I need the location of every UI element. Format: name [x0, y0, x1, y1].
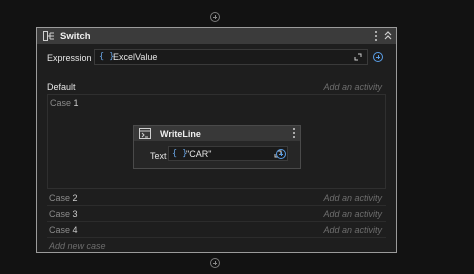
- writeline-icon: [139, 128, 151, 139]
- default-add-activity[interactable]: Add an activity: [323, 82, 382, 92]
- add-activity-above-icon[interactable]: [210, 12, 220, 22]
- add-new-case-link[interactable]: Add new case: [49, 241, 106, 251]
- case-label: Case 1: [50, 98, 79, 108]
- case-label: Case 3: [49, 209, 78, 219]
- more-options-icon[interactable]: [375, 31, 378, 41]
- plus-circle-icon[interactable]: [373, 52, 383, 62]
- case-row[interactable]: Case 4 Add an activity: [47, 223, 386, 238]
- case-add-activity[interactable]: Add an activity: [323, 225, 382, 235]
- case-label: Case 2: [49, 193, 78, 203]
- more-options-icon[interactable]: [293, 128, 296, 138]
- case-add-activity[interactable]: Add an activity: [323, 209, 382, 219]
- text-value: "CAR": [186, 149, 212, 159]
- add-activity-below-icon[interactable]: [210, 258, 220, 268]
- writeline-title: WriteLine: [160, 129, 201, 139]
- switch-title: Switch: [60, 30, 91, 42]
- collapse-icon[interactable]: [384, 31, 392, 40]
- plus-circle-icon[interactable]: [276, 149, 286, 159]
- writeline-header[interactable]: WriteLine: [134, 126, 300, 141]
- case-row[interactable]: Case 2 Add an activity: [47, 191, 386, 206]
- text-label: Text: [150, 151, 167, 161]
- switch-header[interactable]: Switch: [37, 28, 396, 44]
- switch-icon: [43, 31, 54, 41]
- expression-value: ExcelValue: [113, 52, 158, 62]
- expression-input[interactable]: { } ExcelValue: [94, 49, 368, 65]
- case-row[interactable]: Case 3 Add an activity: [47, 207, 386, 222]
- expand-editor-icon[interactable]: [354, 53, 362, 61]
- switch-activity[interactable]: Switch Expression { } ExcelValue Default…: [36, 27, 397, 253]
- case-label: Case 4: [49, 225, 78, 235]
- case-add-activity[interactable]: Add an activity: [323, 193, 382, 203]
- default-label: Default: [47, 82, 76, 92]
- writeline-activity[interactable]: WriteLine Text { } "CAR": [133, 125, 301, 169]
- expression-label: Expression: [47, 53, 92, 63]
- text-input[interactable]: { } "CAR": [168, 146, 288, 161]
